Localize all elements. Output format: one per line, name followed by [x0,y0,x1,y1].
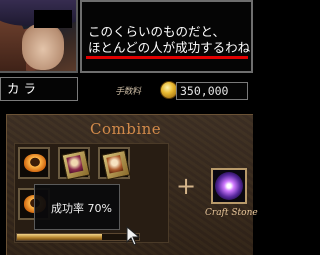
material-slot-3[interactable] [98,147,131,181]
dialog-underline [86,56,248,59]
card-icon [101,149,131,181]
dialog-line-1: このくらいのものだと、 [88,24,226,39]
portrait-face [22,24,64,70]
success-rate-text: 成功率 70% [51,202,112,215]
mouse-cursor-icon [126,226,141,246]
material-slot-2[interactable] [58,147,91,181]
npc-portrait [0,0,78,73]
npc-name: カラ [0,77,78,101]
material-slot-1[interactable] [18,147,50,179]
ring-icon [24,154,46,172]
success-rate-tooltip: 成功率 70% [34,184,120,230]
success-rate-bar [16,233,140,241]
censor-bar [34,10,72,28]
craft-stone-slot[interactable] [211,168,247,204]
dialog-line-2: ほとんどの人が成功するわね [88,40,251,55]
craft-stone-icon [215,172,243,200]
craft-stone-label: Craft Stone [205,208,258,218]
combine-title: Combine [90,120,162,138]
fee-value: 350,000 [176,82,248,100]
success-rate-fill [17,234,103,240]
plus-sign: + [176,172,197,200]
fee-label: 手数料 [115,87,141,97]
dialog-box: このくらいのものだと、 ほとんどの人が成功するわね [80,0,253,73]
card-icon [61,149,91,181]
